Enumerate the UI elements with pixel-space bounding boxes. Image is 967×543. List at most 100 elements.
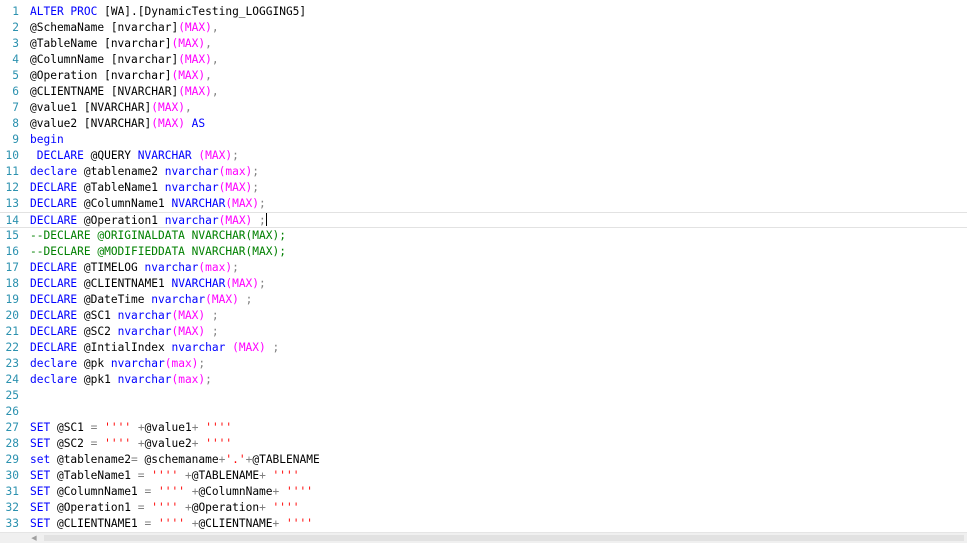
code-line[interactable]: 3 @TableName [nvarchar](MAX),	[0, 36, 967, 52]
code-line[interactable]: 32 SET @Operation1 = '''' +@Operation+ ''…	[0, 500, 967, 516]
code-line[interactable]: 5 @Operation [nvarchar](MAX),	[0, 68, 967, 84]
code-token: ,	[211, 21, 219, 34]
code-line[interactable]: 4 @ColumnName [nvarchar](MAX),	[0, 52, 967, 68]
code-line[interactable]: 14 DECLARE @Operation1 nvarchar(MAX) ;	[0, 212, 967, 228]
code-token: ''''	[151, 485, 185, 498]
code-line[interactable]: 9 begin	[0, 132, 967, 148]
code-line[interactable]: 33 SET @CLIENTNAME1 = '''' +@CLIENTNAME+ …	[0, 516, 967, 532]
code-token: DECLARE	[30, 293, 78, 306]
code-line[interactable]: 25	[0, 388, 967, 404]
code-token: ''''	[198, 437, 233, 450]
code-text[interactable]: declare @pk nvarchar(max);	[30, 356, 205, 372]
code-token: ''''	[97, 421, 132, 434]
code-line[interactable]: 31 SET @ColumnName1 = '''' +@ColumnName+ …	[0, 484, 967, 500]
code-token: ;	[252, 181, 260, 194]
code-token: NVARCHAR	[137, 149, 192, 162]
code-text[interactable]: SET @SC1 = '''' +@value1+ ''''	[30, 420, 232, 436]
code-text[interactable]: set @tablename2= @schemaname+'.'+@TABLEN…	[30, 452, 320, 468]
code-line[interactable]: 22 DECLARE @IntialIndex nvarchar (MAX) ;	[0, 340, 967, 356]
code-text[interactable]: begin	[30, 132, 64, 148]
code-line[interactable]: 24 declare @pk1 nvarchar(max);	[0, 372, 967, 388]
code-token: @TableName1	[77, 181, 165, 194]
code-token: @DateTime	[77, 293, 152, 306]
code-token: (MAX)	[218, 214, 253, 227]
code-line[interactable]: 21 DECLARE @SC2 nvarchar(MAX) ;	[0, 324, 967, 340]
code-token: @IntialIndex	[77, 341, 172, 354]
code-line[interactable]: 29 set @tablename2= @schemaname+'.'+@TABL…	[0, 452, 967, 468]
code-text[interactable]: @Operation [nvarchar](MAX),	[30, 68, 212, 84]
code-token: +	[178, 469, 192, 482]
code-line[interactable]: 15 --DECLARE @ORIGINALDATA NVARCHAR(MAX);	[0, 228, 967, 244]
code-line[interactable]: 17 DECLARE @TIMELOG nvarchar(max);	[0, 260, 967, 276]
code-token: @TIMELOG	[77, 261, 145, 274]
code-token: +	[259, 501, 266, 514]
code-line[interactable]: 28 SET @SC2 = '''' +@value2+ ''''	[0, 436, 967, 452]
code-text[interactable]: @TableName [nvarchar](MAX),	[30, 36, 212, 52]
code-text[interactable]: ALTER PROC [WA].[DynamicTesting_LOGGING5…	[30, 4, 306, 20]
code-line[interactable]: 23 declare @pk nvarchar(max);	[0, 356, 967, 372]
code-line[interactable]: 12 DECLARE @TableName1 nvarchar(MAX);	[0, 180, 967, 196]
code-text[interactable]: @ColumnName [nvarchar](MAX),	[30, 52, 219, 68]
code-line[interactable]: 30 SET @TableName1 = '''' +@TABLENAME+ ''…	[0, 468, 967, 484]
code-line[interactable]: 27 SET @SC1 = '''' +@value1+ ''''	[0, 420, 967, 436]
code-text[interactable]: --DECLARE @MODIFIEDDATA NVARCHAR(MAX);	[30, 244, 286, 260]
code-text[interactable]: DECLARE @DateTime nvarchar(MAX) ;	[30, 292, 252, 308]
scrollbar-thumb[interactable]	[44, 535, 964, 541]
code-token: +	[131, 421, 145, 434]
code-line[interactable]: 2 @SchemaName [nvarchar](MAX),	[0, 20, 967, 36]
code-text[interactable]: DECLARE @Operation1 nvarchar(MAX) ;	[30, 213, 267, 229]
line-number: 29	[5, 453, 19, 466]
code-text[interactable]: @CLIENTNAME [NVARCHAR](MAX),	[30, 84, 219, 100]
code-text[interactable]: declare @tablename2 nvarchar(max);	[30, 164, 259, 180]
code-line[interactable]: 26	[0, 404, 967, 420]
line-number: 23	[5, 357, 19, 370]
code-token: ;	[252, 214, 266, 227]
code-text[interactable]: SET @SC2 = '''' +@value2+ ''''	[30, 436, 232, 452]
code-text[interactable]: DECLARE @QUERY NVARCHAR (MAX);	[30, 148, 239, 164]
code-line[interactable]: 16 --DECLARE @MODIFIEDDATA NVARCHAR(MAX);	[0, 244, 967, 260]
code-text[interactable]: DECLARE @TableName1 nvarchar(MAX);	[30, 180, 259, 196]
code-line[interactable]: 11 declare @tablename2 nvarchar(max);	[0, 164, 967, 180]
code-text[interactable]: @value2 [NVARCHAR](MAX) AS	[30, 116, 205, 132]
code-text[interactable]: declare @pk1 nvarchar(max);	[30, 372, 212, 388]
code-token: @tablename2	[77, 165, 165, 178]
code-token: SET	[30, 421, 51, 434]
code-line[interactable]: 18 DECLARE @CLIENTNAME1 NVARCHAR(MAX);	[0, 276, 967, 292]
code-token: @Operation1	[50, 501, 138, 514]
line-number: 12	[5, 181, 19, 194]
code-text[interactable]: @value1 [NVARCHAR](MAX),	[30, 100, 192, 116]
code-token: ;	[259, 197, 266, 210]
code-line[interactable]: 10 DECLARE @QUERY NVARCHAR (MAX);	[0, 148, 967, 164]
code-text[interactable]: DECLARE @TIMELOG nvarchar(max);	[30, 260, 239, 276]
code-text[interactable]: SET @TableName1 = '''' +@TABLENAME+ ''''	[30, 468, 300, 484]
code-token: DECLARE	[30, 325, 78, 338]
code-text[interactable]: @SchemaName [nvarchar](MAX),	[30, 20, 219, 36]
code-text[interactable]: DECLARE @SC1 nvarchar(MAX) ;	[30, 308, 219, 324]
code-line[interactable]: 20 DECLARE @SC1 nvarchar(MAX) ;	[0, 308, 967, 324]
code-token: '.'	[225, 453, 246, 466]
code-token: ''''	[151, 517, 185, 530]
code-line[interactable]: 1 ALTER PROC [WA].[DynamicTesting_LOGGING…	[0, 4, 967, 20]
code-token: @CLIENTNAME1	[50, 517, 145, 530]
scroll-left-icon[interactable]: ◀	[30, 534, 38, 542]
code-token: ;	[232, 261, 239, 274]
sql-code-editor[interactable]: 1 ALTER PROC [WA].[DynamicTesting_LOGGING…	[0, 0, 967, 532]
code-text[interactable]: SET @CLIENTNAME1 = '''' +@CLIENTNAME+ ''…	[30, 516, 313, 532]
code-line[interactable]: 6 @CLIENTNAME [NVARCHAR](MAX),	[0, 84, 967, 100]
code-line[interactable]: 13 DECLARE @ColumnName1 NVARCHAR(MAX);	[0, 196, 967, 212]
horizontal-scrollbar[interactable]: ◀	[0, 532, 967, 543]
code-line[interactable]: 7 @value1 [NVARCHAR](MAX),	[0, 100, 967, 116]
line-number: 21	[5, 325, 19, 338]
code-text[interactable]: DECLARE @ColumnName1 NVARCHAR(MAX);	[30, 196, 266, 212]
code-line[interactable]: 19 DECLARE @DateTime nvarchar(MAX) ;	[0, 292, 967, 308]
code-token: (MAX)	[178, 21, 212, 34]
code-text[interactable]: --DECLARE @ORIGINALDATA NVARCHAR(MAX);	[30, 228, 286, 244]
code-token: @ColumnName1	[50, 485, 145, 498]
code-text[interactable]: SET @ColumnName1 = '''' +@ColumnName+ ''…	[30, 484, 313, 500]
code-line[interactable]: 8 @value2 [NVARCHAR](MAX) AS	[0, 116, 967, 132]
code-text[interactable]: SET @Operation1 = '''' +@Operation+ ''''	[30, 500, 300, 516]
code-text[interactable]: DECLARE @CLIENTNAME1 NVARCHAR(MAX);	[30, 276, 266, 292]
code-token: nvarchar	[164, 214, 219, 227]
code-text[interactable]: DECLARE @IntialIndex nvarchar (MAX) ;	[30, 340, 279, 356]
code-text[interactable]: DECLARE @SC2 nvarchar(MAX) ;	[30, 324, 219, 340]
